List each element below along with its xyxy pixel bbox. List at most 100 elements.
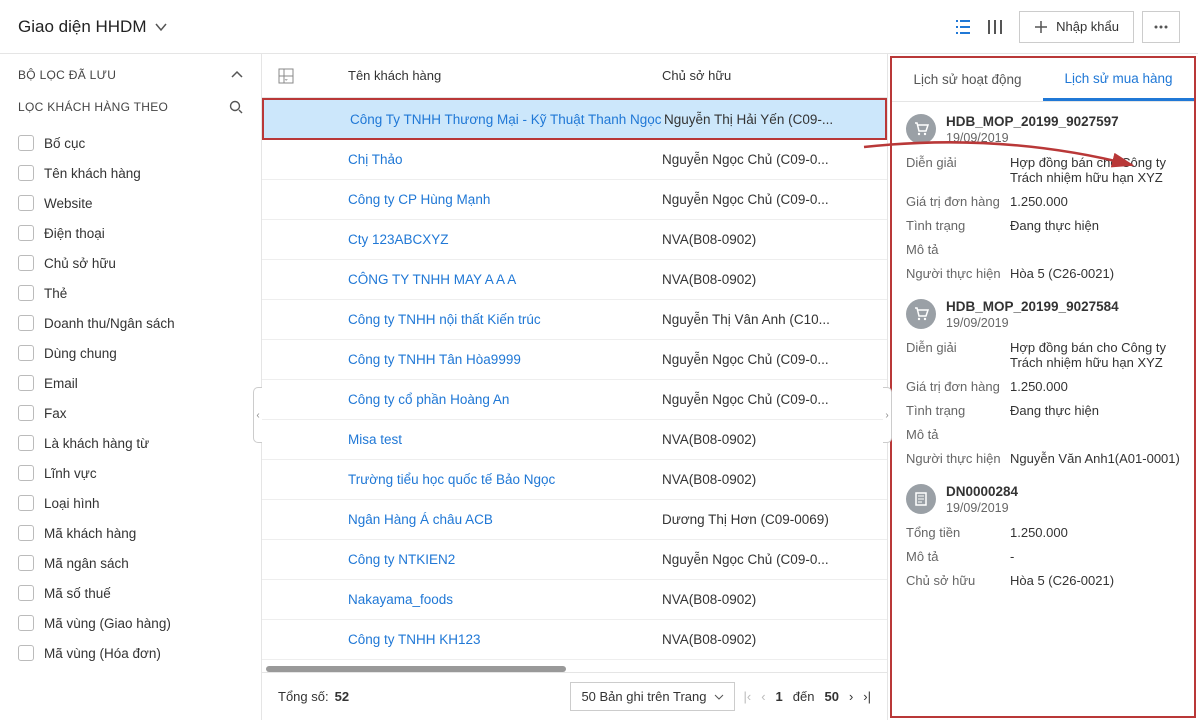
table-row[interactable]: Công Ty TNHH Thương Mại - Kỹ Thuật Thanh… (262, 98, 887, 140)
table-row[interactable]: CÔNG TY TNHH MAY A A ANVA(B08-0902) (262, 260, 887, 300)
customer-name-link[interactable]: Công ty NTKIEN2 (348, 552, 662, 567)
filter-item[interactable]: Dùng chung (18, 338, 243, 368)
owner-cell: Nguyễn Thị Vân Anh (C10... (662, 312, 871, 327)
record-field-label: Tình trạng (906, 403, 1010, 418)
table-row[interactable]: Trường tiểu học quốc tế Bảo NgọcNVA(B08-… (262, 460, 887, 500)
filter-item[interactable]: Thẻ (18, 278, 243, 308)
table-row[interactable]: Công ty CP Hùng MạnhNguyễn Ngọc Chủ (C09… (262, 180, 887, 220)
filter-checkbox[interactable] (18, 645, 34, 661)
table-row[interactable]: Công ty NTKIEN2Nguyễn Ngọc Chủ (C09-0... (262, 540, 887, 580)
table-row[interactable]: Công ty cổ phần Hoàng AnNguyễn Ngọc Chủ … (262, 380, 887, 420)
customer-name-link[interactable]: Chị Thảo (348, 152, 662, 167)
filter-checkbox[interactable] (18, 615, 34, 631)
filter-item[interactable]: Mã vùng (Giao hàng) (18, 608, 243, 638)
record-title[interactable]: HDB_MOP_20199_9027597 (946, 114, 1119, 129)
filter-label: Là khách hàng từ (44, 436, 149, 451)
filter-checkbox[interactable] (18, 375, 34, 391)
view-title[interactable]: Giao diện HHDM (18, 17, 167, 37)
filter-item[interactable]: Loại hình (18, 488, 243, 518)
filter-checkbox[interactable] (18, 285, 34, 301)
collapse-sidebar-handle[interactable]: ‹ (253, 387, 262, 443)
table-row[interactable]: Nakayama_foodsNVA(B08-0902) (262, 580, 887, 620)
tab-activity-history[interactable]: Lịch sử hoạt động (892, 58, 1043, 101)
filter-item[interactable]: Mã vùng (Hóa đơn) (18, 638, 243, 668)
filter-item[interactable]: Mã khách hàng (18, 518, 243, 548)
filter-checkbox[interactable] (18, 225, 34, 241)
column-config-icon[interactable] (278, 68, 308, 84)
pager-next[interactable]: › (849, 689, 853, 704)
filter-item[interactable]: Chủ sở hữu (18, 248, 243, 278)
filter-checkbox[interactable] (18, 255, 34, 271)
filter-item[interactable]: Lĩnh vực (18, 458, 243, 488)
more-menu-icon[interactable] (1142, 11, 1180, 43)
customer-name-link[interactable]: Misa test (348, 432, 662, 447)
customer-name-link[interactable]: Công Ty TNHH Thương Mại - Kỹ Thuật Thanh… (350, 112, 664, 127)
customer-name-link[interactable]: Ngân Hàng Á châu ACB (348, 512, 662, 527)
table-row[interactable]: Chị ThảoNguyễn Ngọc Chủ (C09-0... (262, 140, 887, 180)
col-header-name[interactable]: Tên khách hàng (348, 68, 662, 83)
filter-item[interactable]: Tên khách hàng (18, 158, 243, 188)
filter-label: Mã vùng (Giao hàng) (44, 616, 171, 631)
filter-item[interactable]: Là khách hàng từ (18, 428, 243, 458)
expand-detail-handle[interactable]: › (883, 387, 892, 443)
table-row[interactable]: Công ty TNHH KH123NVA(B08-0902) (262, 620, 887, 660)
owner-cell: NVA(B08-0902) (662, 232, 871, 247)
filter-checkbox[interactable] (18, 555, 34, 571)
filter-checkbox[interactable] (18, 135, 34, 151)
table-row[interactable]: Misa testNVA(B08-0902) (262, 420, 887, 460)
filter-item[interactable]: Bố cục (18, 128, 243, 158)
owner-cell: Nguyễn Ngọc Chủ (C09-0... (662, 392, 871, 407)
customer-name-link[interactable]: Cty 123ABCXYZ (348, 232, 662, 247)
customer-name-link[interactable]: Công ty TNHH nội thất Kiến trúc (348, 312, 662, 327)
filter-checkbox[interactable] (18, 345, 34, 361)
customer-name-link[interactable]: Công ty CP Hùng Mạnh (348, 192, 662, 207)
filter-item[interactable]: Website (18, 188, 243, 218)
filter-checkbox[interactable] (18, 405, 34, 421)
pager-first[interactable]: |‹ (743, 689, 751, 704)
filter-item[interactable]: Doanh thu/Ngân sách (18, 308, 243, 338)
table-row[interactable]: Cty 123ABCXYZNVA(B08-0902) (262, 220, 887, 260)
table-row[interactable]: Công ty TNHH nội thất Kiến trúcNguyễn Th… (262, 300, 887, 340)
customer-name-link[interactable]: Công ty TNHH Tân Hòa9999 (348, 352, 662, 367)
filter-checkbox[interactable] (18, 585, 34, 601)
owner-cell: Nguyễn Thị Hải Yến (C09-... (664, 112, 869, 127)
page-size-select[interactable]: 50 Bản ghi trên Trang (570, 682, 735, 711)
filter-checkbox[interactable] (18, 165, 34, 181)
filter-checkbox[interactable] (18, 465, 34, 481)
record-title[interactable]: DN0000284 (946, 484, 1018, 499)
pager-last[interactable]: ›| (863, 689, 871, 704)
owner-cell: Nguyễn Ngọc Chủ (C09-0... (662, 192, 871, 207)
record-field-value: 1.250.000 (1010, 379, 1180, 394)
customer-name-link[interactable]: Trường tiểu học quốc tế Bảo Ngọc (348, 472, 662, 487)
filter-item[interactable]: Điện thoại (18, 218, 243, 248)
record-field-value: - (1010, 549, 1180, 564)
customer-name-link[interactable]: CÔNG TY TNHH MAY A A A (348, 272, 662, 287)
record-field-value (1010, 427, 1180, 442)
saved-filters-header[interactable]: BỘ LỌC ĐÃ LƯU (18, 68, 243, 82)
tab-purchase-history[interactable]: Lịch sử mua hàng (1043, 58, 1194, 101)
kanban-view-icon[interactable] (979, 11, 1011, 43)
customer-name-link[interactable]: Công ty TNHH KH123 (348, 632, 662, 647)
filter-checkbox[interactable] (18, 195, 34, 211)
filter-item[interactable]: Email (18, 368, 243, 398)
search-icon[interactable] (229, 100, 243, 114)
filter-item[interactable]: Mã số thuế (18, 578, 243, 608)
customer-name-link[interactable]: Nakayama_foods (348, 592, 662, 607)
record-title[interactable]: HDB_MOP_20199_9027584 (946, 299, 1119, 314)
filter-item[interactable]: Fax (18, 398, 243, 428)
col-header-owner[interactable]: Chủ sở hữu (662, 68, 871, 83)
filter-checkbox[interactable] (18, 315, 34, 331)
filter-label: Mã khách hàng (44, 526, 136, 541)
table-row[interactable]: Công ty TNHH Tân Hòa9999Nguyễn Ngọc Chủ … (262, 340, 887, 380)
import-button[interactable]: Nhập khẩu (1019, 11, 1134, 43)
list-view-icon[interactable] (947, 11, 979, 43)
filter-checkbox[interactable] (18, 495, 34, 511)
filter-checkbox[interactable] (18, 435, 34, 451)
filter-item[interactable]: Mã ngân sách (18, 548, 243, 578)
record-field-label: Giá trị đơn hàng (906, 194, 1010, 209)
customer-name-link[interactable]: Công ty cổ phần Hoàng An (348, 392, 662, 407)
pager-prev[interactable]: ‹ (761, 689, 765, 704)
record-field-value: Đang thực hiện (1010, 403, 1180, 418)
table-row[interactable]: Ngân Hàng Á châu ACBDương Thị Hơn (C09-0… (262, 500, 887, 540)
filter-checkbox[interactable] (18, 525, 34, 541)
